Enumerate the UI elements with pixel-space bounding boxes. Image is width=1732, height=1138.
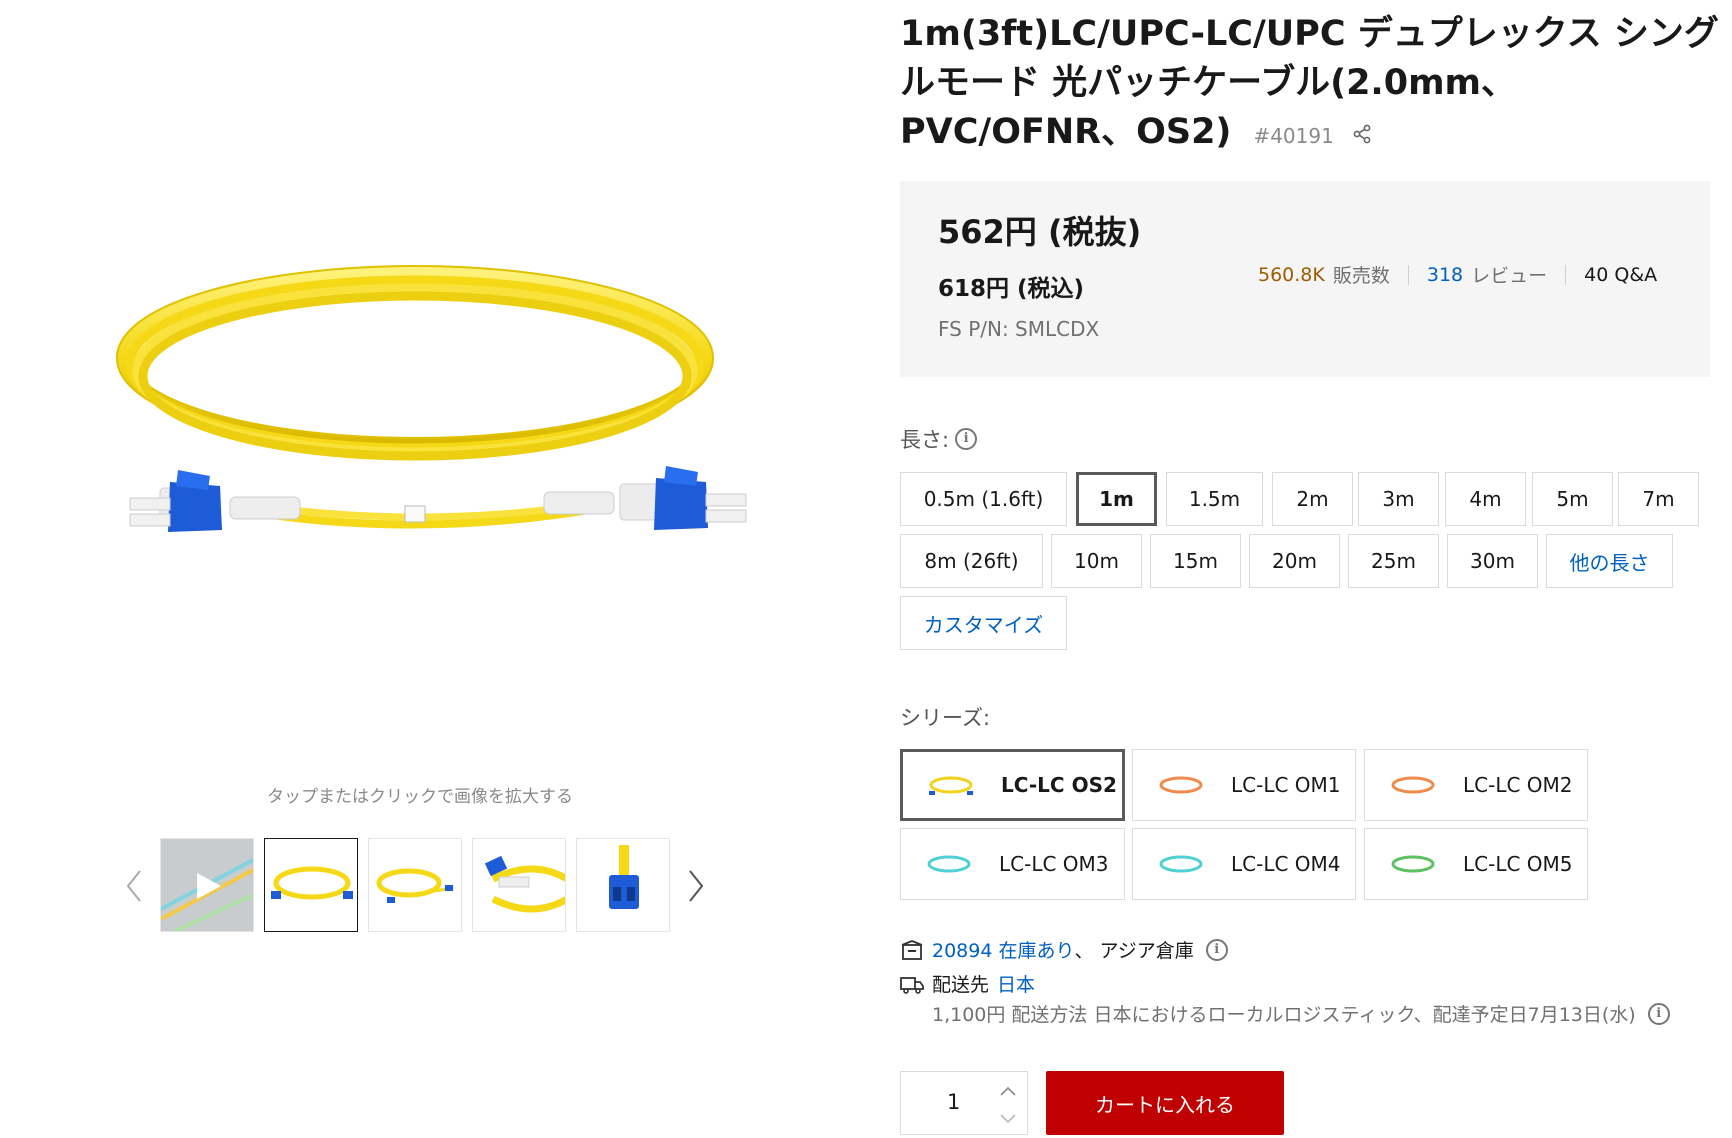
chevron-right-icon (689, 870, 704, 902)
shipping-line: 配送先 日本 (900, 970, 1035, 997)
review-count-link[interactable]: 318 (1427, 264, 1463, 286)
thumbnail-prev-button[interactable] (122, 866, 146, 906)
price-panel: 562円 (税抜) 618円 (税込) FS P/N: SMLCDX 560.8… (900, 181, 1710, 377)
qa-link[interactable]: 40 Q&A (1584, 264, 1657, 286)
product-title-block: 1m(3ft)LC/UPC-LC/UPC デュプレックス シングルモード 光パッ… (900, 10, 1720, 161)
product-title: 1m(3ft)LC/UPC-LC/UPC デュプレックス シングルモード 光パッ… (900, 10, 1720, 161)
thumbnail-next-button[interactable] (684, 866, 708, 906)
length-option-2m[interactable]: 2m (1272, 472, 1353, 526)
length-option-3m[interactable]: 3m (1358, 472, 1439, 526)
length-option-30m[interactable]: 30m (1447, 534, 1538, 588)
chevron-left-icon (126, 870, 141, 902)
series-option-om3[interactable]: LC-LC OM3 (900, 828, 1125, 900)
series-option-label: LC-LC OS2 (1001, 773, 1117, 797)
zoom-hint: タップまたはクリックで画像を拡大する (267, 787, 573, 807)
chevron-down-icon (1000, 1114, 1016, 1124)
info-icon[interactable]: i (955, 428, 978, 450)
divider (1407, 264, 1409, 285)
length-option-8m[interactable]: 8m (26ft) (900, 534, 1043, 588)
cable-coil-icon (923, 761, 979, 809)
sold-label: 販売数 (1332, 265, 1390, 287)
price-incl-tax: 618円 (税込) (938, 276, 1085, 302)
thumbnail-carousel (118, 838, 718, 934)
series-option-label: LC-LC OM3 (999, 852, 1109, 876)
length-option-1.5m[interactable]: 1.5m (1166, 472, 1263, 526)
divider (1565, 264, 1567, 285)
length-option-7m[interactable]: 7m (1618, 472, 1699, 526)
series-option-label: LC-LC OM1 (1231, 773, 1341, 797)
series-option-label: LC-LC OM4 (1231, 852, 1341, 876)
cable-coil-icon (1385, 761, 1441, 809)
quantity-stepper[interactable]: 1 (900, 1071, 1028, 1135)
series-option-om4[interactable]: LC-LC OM4 (1132, 828, 1356, 900)
part-number: FS P/N: SMLCDX (938, 317, 1100, 341)
stock-line: 20894 在庫あり 、 アジア倉庫 i (900, 936, 1228, 963)
length-option-1m[interactable]: 1m (1076, 472, 1157, 526)
cable-coil-icon (1153, 840, 1209, 888)
length-option-0.5m[interactable]: 0.5m (1.6ft) (900, 472, 1067, 526)
quantity-value[interactable]: 1 (947, 1090, 960, 1114)
chevron-up-icon (1000, 1086, 1016, 1096)
price-excl-tax: 562円 (税抜) (938, 213, 1142, 251)
length-label-row: 長さ: i (900, 424, 978, 454)
product-main-image[interactable] (60, 240, 780, 560)
warehouse-icon (900, 938, 924, 962)
length-option-5m[interactable]: 5m (1532, 472, 1613, 526)
quantity-increase-button[interactable] (995, 1080, 1021, 1102)
series-option-om5[interactable]: LC-LC OM5 (1364, 828, 1588, 900)
length-option-10m[interactable]: 10m (1051, 534, 1142, 588)
share-icon[interactable] (1352, 109, 1372, 158)
length-option-other[interactable]: 他の長さ (1546, 534, 1673, 588)
series-option-om2[interactable]: LC-LC OM2 (1364, 749, 1588, 821)
series-option-os2[interactable]: LC-LC OS2 (900, 749, 1125, 821)
cable-coil-icon (1153, 761, 1209, 809)
thumbnail-coil-side[interactable] (368, 838, 462, 932)
thumbnail-video[interactable] (160, 838, 254, 932)
length-option-25m[interactable]: 25m (1348, 534, 1439, 588)
info-icon[interactable]: i (1205, 938, 1228, 961)
thumbnail-coil[interactable] (264, 838, 358, 932)
truck-icon (900, 972, 924, 996)
series-option-om1[interactable]: LC-LC OM1 (1132, 749, 1356, 821)
shipping-detail: 1,100円 配送方法 日本におけるローカルロジスティック、配達予定日7月13日… (932, 1004, 1636, 1026)
length-option-4m[interactable]: 4m (1445, 472, 1526, 526)
series-label: シリーズ: (900, 706, 991, 730)
series-option-label: LC-LC OM5 (1463, 852, 1573, 876)
quantity-decrease-button[interactable] (995, 1108, 1021, 1130)
cable-coil-icon (1385, 840, 1441, 888)
ship-to-label: 配送先 (932, 974, 990, 996)
ship-to-country-link[interactable]: 日本 (997, 970, 1035, 997)
review-label[interactable]: レビュー (1471, 261, 1547, 288)
length-option-15m[interactable]: 15m (1150, 534, 1241, 588)
series-option-label: LC-LC OM2 (1463, 773, 1573, 797)
series-label-row: シリーズ: (900, 702, 990, 732)
add-to-cart-button[interactable]: カートに入れる (1046, 1071, 1284, 1135)
shipping-detail-line: 1,100円 配送方法 日本におけるローカルロジスティック、配達予定日7月13日… (932, 1000, 1670, 1027)
thumbnail-connector[interactable] (472, 838, 566, 932)
sold-count: 560.8K (1258, 263, 1325, 286)
stock-count-link[interactable]: 20894 在庫あり (932, 936, 1074, 963)
length-option-20m[interactable]: 20m (1249, 534, 1340, 588)
thumbnail-lc-connector[interactable] (576, 838, 670, 932)
length-option-customize[interactable]: カスタマイズ (900, 596, 1067, 650)
cable-coil-icon (921, 840, 977, 888)
length-label: 長さ: (900, 428, 950, 452)
info-icon[interactable]: i (1647, 1002, 1670, 1025)
product-stats: 560.8K 販売数 318 レビュー 40 Q&A (1258, 261, 1657, 288)
stock-warehouse: 、 アジア倉庫 (1074, 940, 1194, 962)
product-sku: #40191 (1253, 124, 1334, 148)
